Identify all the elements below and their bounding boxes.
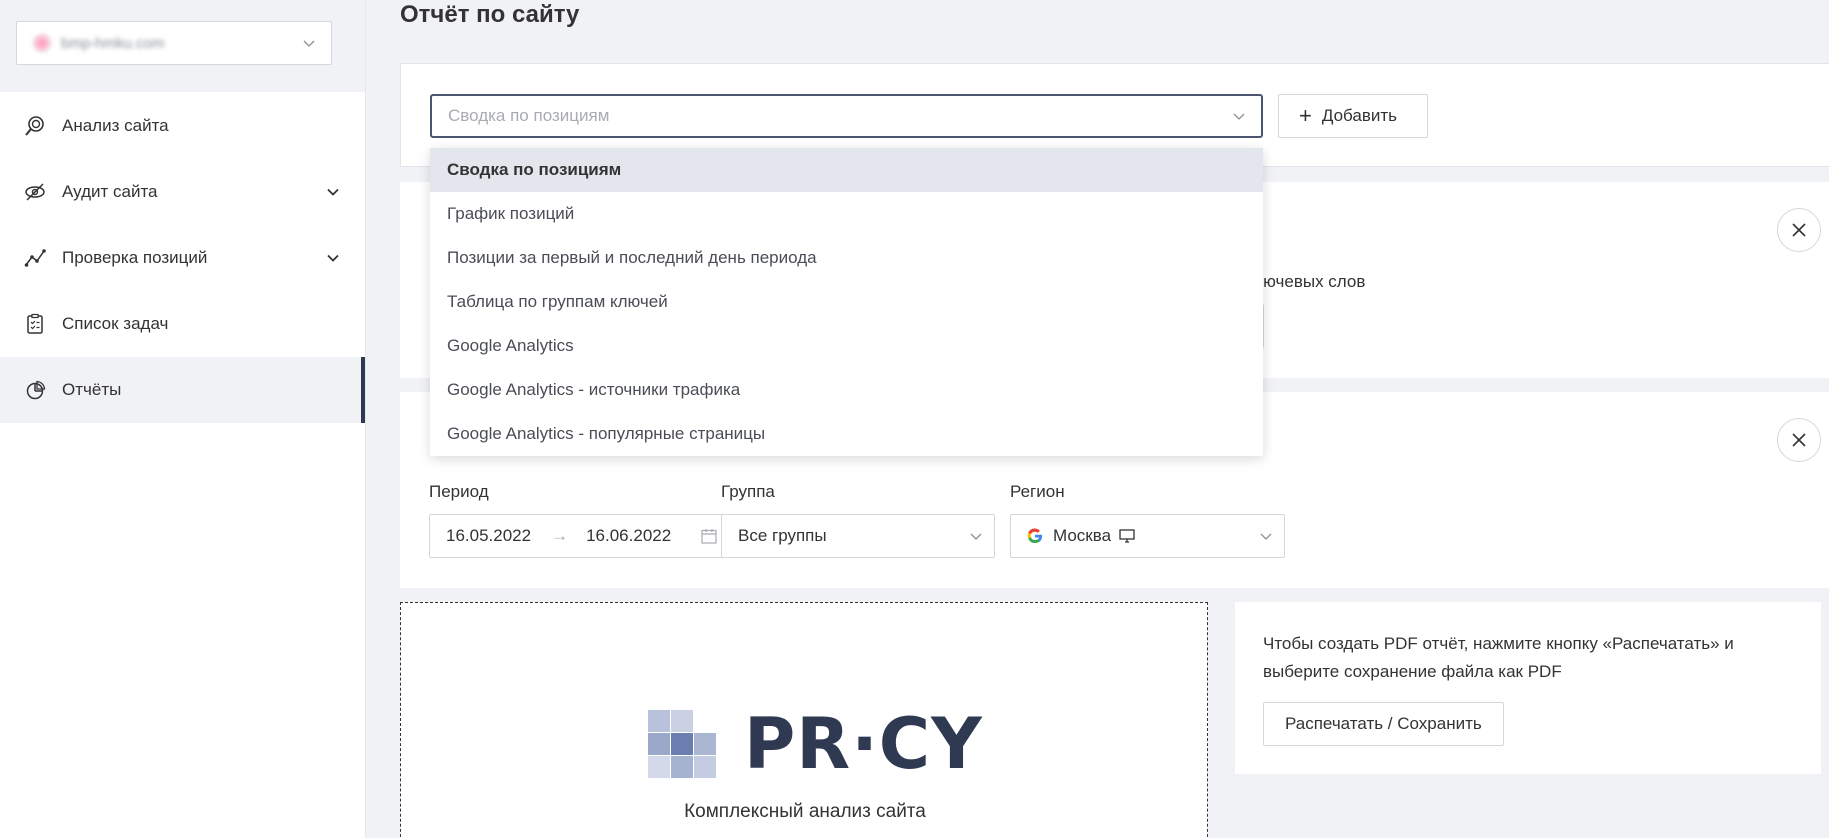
page-title: Отчёт по сайту [400, 1, 580, 28]
pdf-info-box: Чтобы создать PDF отчёт, нажмите кнопку … [1235, 602, 1821, 774]
period-range-picker[interactable]: 16.05.2022 → 16.06.2022 [429, 514, 731, 558]
sidebar-nav: Анализ сайта Аудит сайта Проверка позици… [0, 93, 365, 423]
report-type-dropdown: Сводка по позициям График позиций Позици… [430, 148, 1263, 456]
print-save-button[interactable]: Распечатать / Сохранить [1263, 702, 1504, 746]
site-audit-icon [24, 181, 46, 203]
region-select[interactable]: Москва [1010, 514, 1285, 558]
prcy-logo-mark-icon [648, 710, 716, 778]
print-preview: PR·CY Комплексный анализ сайта [400, 602, 1208, 838]
chevron-down-icon [303, 37, 315, 49]
plus-icon: + [1299, 103, 1312, 128]
close-block-button[interactable] [1777, 418, 1821, 462]
dropdown-option[interactable]: График позиций [430, 192, 1263, 236]
arrow-right-icon: → [551, 526, 569, 545]
group-value: Все группы [738, 526, 827, 545]
site-select-value: bmp-hmku.com [33, 34, 164, 52]
logo-caption: Комплексный анализ сайта [684, 801, 926, 822]
dropdown-option[interactable]: Позиции за первый и последний день перио… [430, 236, 1263, 280]
google-icon [1027, 528, 1043, 544]
sidebar-item-label: Список задач [62, 314, 169, 333]
dropdown-option[interactable]: Таблица по группам ключей [430, 280, 1263, 324]
sidebar: bmp-hmku.com Анализ сайта Аудит сайта Пр… [0, 0, 366, 838]
desktop-icon [1119, 529, 1135, 543]
site-select-label: bmp-hmku.com [61, 34, 165, 52]
site-favicon-icon [33, 34, 51, 52]
sidebar-item-label: Анализ сайта [62, 116, 169, 135]
sidebar-item-positions-check[interactable]: Проверка позиций [0, 225, 365, 291]
period-to: 16.06.2022 [586, 526, 672, 545]
prcy-logo: PR·CY [648, 703, 983, 785]
report-type-select[interactable]: Сводка по позициям [430, 94, 1263, 138]
sidebar-item-site-audit[interactable]: Аудит сайта [0, 159, 365, 225]
region-label: Регион [1010, 482, 1065, 501]
sidebar-item-label: Аудит сайта [62, 182, 158, 201]
sidebar-item-task-list[interactable]: Список задач [0, 291, 365, 357]
sidebar-top: bmp-hmku.com [0, 0, 365, 92]
task-list-icon [24, 313, 46, 335]
sidebar-item-site-analysis[interactable]: Анализ сайта [0, 93, 365, 159]
group-label: Группа [721, 482, 775, 501]
chevron-down-icon [1260, 530, 1272, 542]
site-select[interactable]: bmp-hmku.com [16, 21, 332, 65]
sidebar-item-reports[interactable]: Отчёты [0, 357, 365, 423]
reports-icon [24, 379, 46, 401]
site-analysis-icon [24, 115, 46, 137]
period-from: 16.05.2022 [446, 526, 532, 545]
period-label: Период [429, 482, 489, 501]
region-value: Москва [1053, 526, 1112, 545]
close-block-button[interactable] [1777, 208, 1821, 252]
dropdown-option[interactable]: Google Analytics [430, 324, 1263, 368]
dropdown-option[interactable]: Сводка по позициям [430, 148, 1263, 192]
report-type-placeholder: Сводка по позициям [448, 106, 610, 125]
prcy-logo-wordmark: PR·CY [744, 703, 983, 785]
group-select[interactable]: Все группы [721, 514, 995, 558]
sidebar-item-label: Проверка позиций [62, 248, 208, 267]
positions-check-icon [24, 247, 46, 269]
close-icon [1792, 433, 1806, 447]
dropdown-option[interactable]: Google Analytics - источники трафика [430, 368, 1263, 412]
add-button[interactable]: + Добавить [1278, 94, 1428, 138]
chevron-down-icon[interactable] [327, 252, 339, 264]
close-icon [1792, 223, 1806, 237]
chevron-down-icon [1233, 110, 1245, 122]
pdf-info-text: Чтобы создать PDF отчёт, нажмите кнопку … [1263, 634, 1734, 681]
sidebar-item-label: Отчёты [62, 380, 122, 399]
add-button-label: Добавить [1321, 106, 1397, 125]
dropdown-option[interactable]: Google Analytics - популярные страницы [430, 412, 1263, 456]
chevron-down-icon [970, 530, 982, 542]
calendar-icon [700, 527, 718, 550]
chevron-down-icon[interactable] [327, 186, 339, 198]
